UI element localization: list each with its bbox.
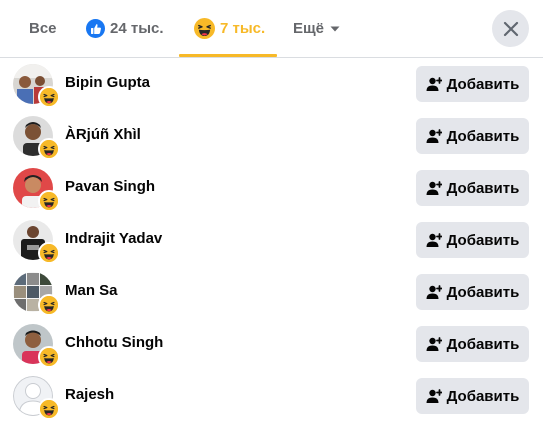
person-name[interactable]: Chhotu Singh (65, 334, 163, 351)
tab-all[interactable]: Все (29, 0, 57, 57)
person-name[interactable]: Bipin Gupta (65, 74, 150, 91)
add-friend-label: Добавить (446, 231, 520, 249)
add-friend-label: Добавить (446, 127, 520, 145)
haha-icon (194, 18, 215, 39)
tab-haha-count: 7 тыс. (220, 20, 266, 37)
haha-reaction-icon (38, 138, 60, 160)
add-friend-button[interactable]: Добавить (416, 66, 529, 102)
list-item: ÀRjúñ Xhìl Добавить (0, 110, 543, 162)
add-friend-label: Добавить (446, 179, 520, 197)
add-friend-icon (425, 76, 442, 92)
add-friend-icon (425, 128, 442, 144)
add-friend-button[interactable]: Добавить (416, 274, 529, 310)
haha-reaction-icon (38, 398, 60, 420)
list-item: Rajesh Добавить (0, 370, 543, 422)
add-friend-button[interactable]: Добавить (416, 378, 529, 414)
list-item: Pavan Singh Добавить (0, 162, 543, 214)
person-name[interactable]: ÀRjúñ Xhìl (65, 126, 141, 143)
tab-more[interactable]: Ещё (293, 0, 341, 57)
add-friend-button[interactable]: Добавить (416, 170, 529, 206)
haha-reaction-icon (38, 190, 60, 212)
tab-all-label: Все (29, 20, 57, 37)
list-item: Bipin Gupta Добавить (0, 58, 543, 110)
person-name[interactable]: Rajesh (65, 386, 114, 403)
haha-reaction-icon (38, 242, 60, 264)
like-icon (86, 19, 105, 38)
list-item: Chhotu Singh Добавить (0, 318, 543, 370)
close-button[interactable] (492, 10, 529, 47)
person-name[interactable]: Pavan Singh (65, 178, 155, 195)
haha-reaction-icon (38, 346, 60, 368)
tab-haha[interactable]: 7 тыс. (194, 0, 265, 57)
add-friend-icon (425, 336, 442, 352)
reactions-tab-bar: Все 24 тыс. 7 тыс. Ещё (0, 0, 543, 58)
add-friend-label: Добавить (446, 335, 520, 353)
add-friend-icon (425, 232, 442, 248)
add-friend-icon (425, 284, 442, 300)
list-item: Man Sa Добавить (0, 266, 543, 318)
caret-down-icon (329, 23, 341, 35)
haha-reaction-icon (38, 86, 60, 108)
close-icon (503, 21, 519, 37)
person-name[interactable]: Man Sa (65, 282, 118, 299)
active-tab-indicator (179, 54, 277, 57)
person-name[interactable]: Indrajit Yadav (65, 230, 162, 247)
add-friend-label: Добавить (446, 387, 520, 405)
add-friend-icon (425, 388, 442, 404)
add-friend-label: Добавить (446, 283, 520, 301)
list-item: Indrajit Yadav Добавить (0, 214, 543, 266)
add-friend-button[interactable]: Добавить (416, 326, 529, 362)
tab-like[interactable]: 24 тыс. (86, 0, 164, 57)
add-friend-icon (425, 180, 442, 196)
haha-reaction-icon (38, 294, 60, 316)
add-friend-button[interactable]: Добавить (416, 118, 529, 154)
add-friend-button[interactable]: Добавить (416, 222, 529, 258)
tab-more-label: Ещё (293, 20, 325, 37)
tab-like-count: 24 тыс. (110, 20, 164, 37)
add-friend-label: Добавить (446, 75, 520, 93)
